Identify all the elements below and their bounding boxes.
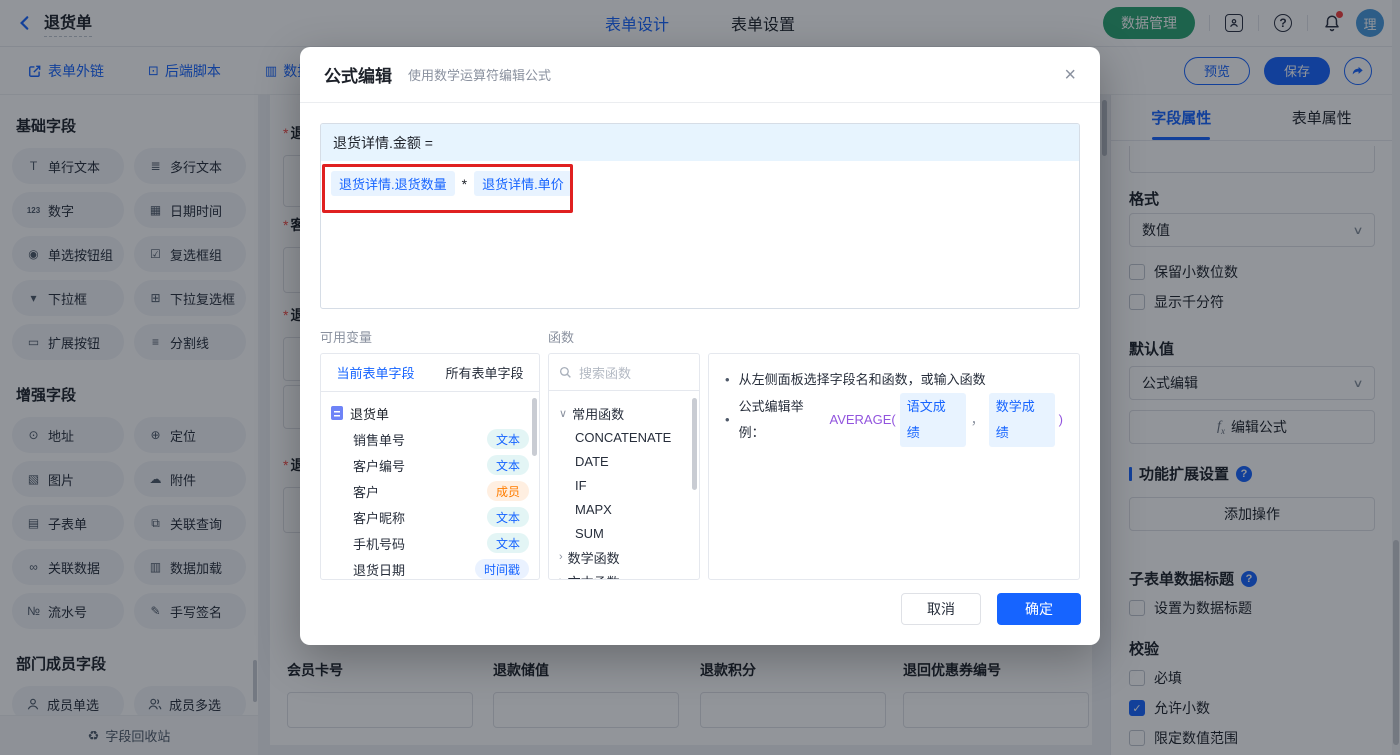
example-function-name: AVERAGE(	[829, 412, 896, 427]
formula-operator: *	[461, 175, 468, 192]
function-tree: ∨ 常用函数 CONCATENATE DATE IF MAPX SUM › 数学…	[549, 391, 699, 580]
tips-panel: • 从左侧面板选择字段名和函数，或输入函数 • 公式编辑举例： AVERAGE(…	[708, 353, 1080, 580]
close-icon[interactable]: ×	[1064, 65, 1076, 85]
search-icon	[559, 366, 571, 378]
formula-target: 退货详情.金额 =	[321, 124, 1079, 161]
formula-token-quantity[interactable]: 退货详情.退货数量	[331, 171, 455, 196]
type-badge: 文本	[486, 507, 529, 527]
tip-line-1: • 从左侧面板选择字段名和函数，或输入函数	[725, 367, 1063, 393]
tab-current-form-fields[interactable]: 当前表单字段	[336, 363, 414, 382]
tab-all-form-fields[interactable]: 所有表单字段	[445, 363, 523, 382]
variable-row[interactable]: 销售单号 文本	[331, 426, 529, 452]
type-badge: 时间戳	[474, 559, 529, 579]
functions-panel: 搜索函数 ∨ 常用函数 CONCATENATE DATE IF MAPX SUM	[548, 353, 700, 580]
type-badge: 文本	[486, 533, 529, 553]
function-item[interactable]: MAPX	[559, 497, 689, 521]
function-item[interactable]: DATE	[559, 449, 689, 473]
panel-labels: 可用变量 函数	[320, 327, 1080, 346]
variables-tree: 退货单 销售单号 文本 客户编号 文本 客户 成员 客户昵称 文本 手机号码 文…	[321, 392, 539, 579]
variable-row[interactable]: 退货日期 时间戳	[331, 556, 529, 579]
tip-line-2: • 公式编辑举例： AVERAGE( 语文成绩 ， 数学成绩 )	[725, 393, 1063, 447]
variable-row[interactable]: 客户 成员	[331, 478, 529, 504]
function-group-math[interactable]: › 数学函数	[559, 545, 689, 569]
example-field-chip: 数学成绩	[988, 393, 1055, 447]
function-group-text[interactable]: › 文本函数	[559, 569, 689, 580]
modal-body: 退货详情.金额 = 退货详情.退货数量 * 退货详情.单价 可用变量 函数 当前…	[300, 103, 1100, 645]
formula-editor-modal: 公式编辑 使用数学运算符编辑公式 × 退货详情.金额 = 退货详情.退货数量 *…	[300, 47, 1100, 645]
modal-title: 公式编辑	[324, 67, 392, 86]
modal-footer: 取消 确定	[901, 593, 1081, 625]
variable-row[interactable]: 客户昵称 文本	[331, 504, 529, 530]
variable-row[interactable]: 手机号码 文本	[331, 530, 529, 556]
functions-scrollbar-thumb[interactable]	[692, 398, 697, 490]
bullet-icon: •	[725, 412, 730, 427]
formula-expression[interactable]: 退货详情.退货数量 * 退货详情.单价	[321, 161, 1079, 206]
function-group-common[interactable]: ∨ 常用函数	[559, 401, 689, 425]
type-badge: 文本	[486, 455, 529, 475]
function-search[interactable]: 搜索函数	[549, 354, 699, 391]
form-doc-icon	[331, 406, 343, 420]
variables-label: 可用变量	[320, 330, 373, 345]
variable-row[interactable]: 客户编号 文本	[331, 452, 529, 478]
variables-panel: 当前表单字段 所有表单字段 退货单 销售单号 文本 客户编号 文本 客户 成员 …	[320, 353, 540, 580]
example-field-chip: 语文成绩	[899, 393, 966, 447]
function-item[interactable]: IF	[559, 473, 689, 497]
confirm-button[interactable]: 确定	[997, 593, 1081, 625]
cancel-button[interactable]: 取消	[901, 593, 981, 625]
formula-token-price[interactable]: 退货详情.单价	[474, 171, 572, 196]
modal-subtitle: 使用数学运算符编辑公式	[408, 68, 552, 83]
type-badge: 文本	[486, 429, 529, 449]
chevron-right-icon: ›	[559, 551, 563, 563]
variables-tabs: 当前表单字段 所有表单字段	[321, 354, 539, 392]
chevron-down-icon: ∨	[559, 407, 568, 420]
formula-editor[interactable]: 退货详情.金额 = 退货详情.退货数量 * 退货详情.单价	[320, 123, 1080, 309]
form-designer-app: 退货单 表单设计 表单设置 数据管理 ? 理 表单外链 ⊡ 后端脚本 ▥ 预览 …	[0, 0, 1400, 755]
modal-header: 公式编辑 使用数学运算符编辑公式 ×	[300, 47, 1100, 103]
example-close-paren: )	[1058, 412, 1064, 427]
chevron-right-icon: ›	[559, 575, 563, 579]
bullet-icon: •	[725, 372, 730, 387]
function-item[interactable]: SUM	[559, 521, 689, 545]
type-badge: 成员	[486, 481, 529, 501]
tree-root-return-order[interactable]: 退货单	[331, 400, 529, 426]
function-item[interactable]: CONCATENATE	[559, 425, 689, 449]
variables-scrollbar-thumb[interactable]	[532, 398, 537, 456]
search-placeholder: 搜索函数	[579, 365, 632, 381]
functions-label: 函数	[548, 330, 575, 345]
